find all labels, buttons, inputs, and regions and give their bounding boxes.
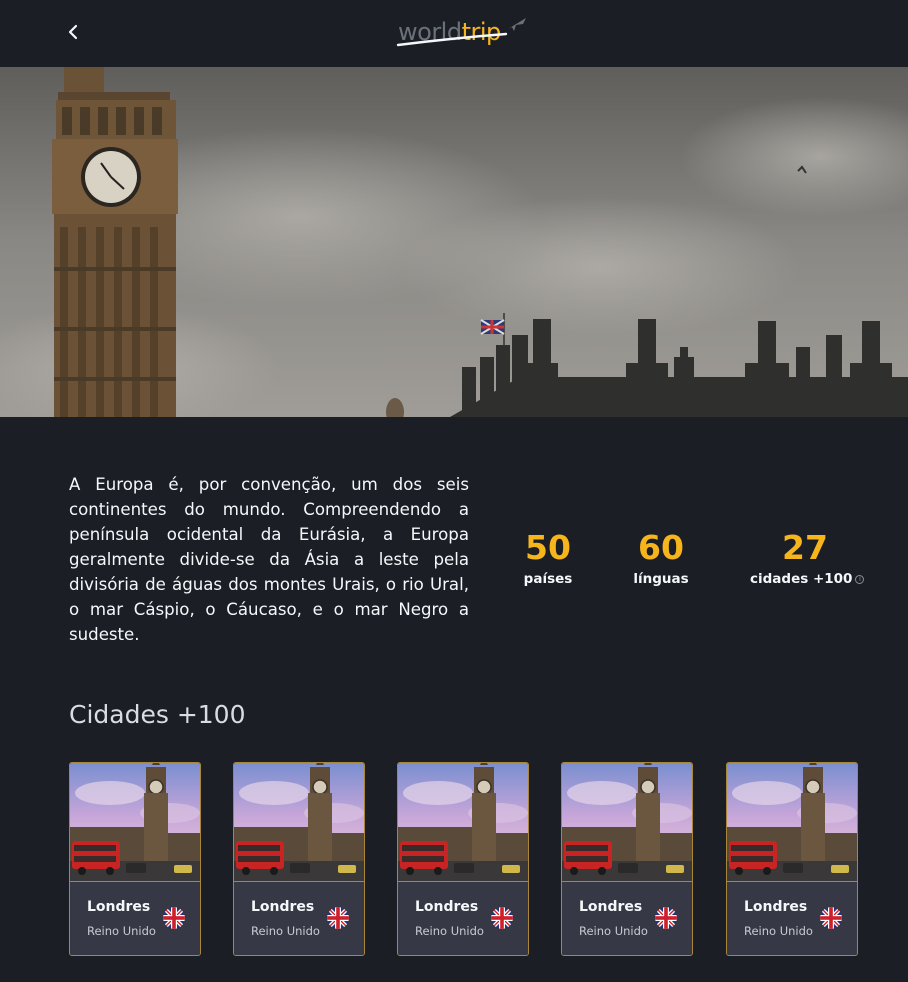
city-name: Londres bbox=[87, 899, 151, 915]
uk-flag-icon bbox=[327, 907, 349, 929]
country-name: Reino Unido bbox=[87, 924, 156, 938]
chevron-left-icon bbox=[68, 24, 78, 40]
stat-languages: 60 línguas bbox=[622, 528, 700, 590]
stat-label-wrap: cidades +100 i bbox=[750, 568, 865, 590]
hero-image bbox=[0, 67, 908, 417]
city-name: Londres bbox=[579, 899, 643, 915]
stat-value: 27 bbox=[782, 528, 828, 567]
stats: 50 países 60 línguas 27 cidades +100 i bbox=[510, 528, 870, 598]
city-photo bbox=[70, 763, 200, 881]
airplane-icon bbox=[508, 18, 526, 31]
stat-countries: 50 países bbox=[510, 528, 586, 590]
city-card[interactable]: Londres Reino Unido bbox=[69, 762, 201, 956]
info-icon[interactable]: i bbox=[855, 574, 865, 584]
stat-value: 60 bbox=[638, 528, 684, 567]
country-name: Reino Unido bbox=[415, 924, 484, 938]
country-name: Reino Unido bbox=[579, 924, 648, 938]
stat-label: países bbox=[523, 571, 573, 587]
country-name: Reino Unido bbox=[744, 924, 813, 938]
uk-flag-icon bbox=[655, 907, 677, 929]
city-photo bbox=[727, 763, 857, 881]
uk-flag-icon bbox=[163, 907, 185, 929]
city-name: Londres bbox=[744, 899, 808, 915]
city-card[interactable]: Londres Reino Unido bbox=[397, 762, 529, 956]
city-card[interactable]: Londres Reino Unido bbox=[561, 762, 693, 956]
logo[interactable]: worldtrip bbox=[394, 12, 534, 52]
city-card[interactable]: Londres Reino Unido bbox=[233, 762, 365, 956]
city-card[interactable]: Londres Reino Unido bbox=[726, 762, 858, 956]
header: worldtrip bbox=[0, 0, 908, 67]
city-name: Londres bbox=[251, 899, 315, 915]
card-body: Londres Reino Unido bbox=[562, 881, 692, 955]
card-body: Londres Reino Unido bbox=[398, 881, 528, 955]
city-name: Londres bbox=[415, 899, 479, 915]
city-photo bbox=[562, 763, 692, 881]
uk-flag-icon bbox=[820, 907, 842, 929]
card-body: Londres Reino Unido bbox=[727, 881, 857, 955]
big-ben-tower bbox=[52, 67, 178, 417]
stat-cities: 27 cidades +100 i bbox=[750, 528, 865, 590]
stat-label: línguas bbox=[633, 571, 689, 587]
card-body: Londres Reino Unido bbox=[234, 881, 364, 955]
country-name: Reino Unido bbox=[251, 924, 320, 938]
stat-value: 50 bbox=[525, 528, 571, 567]
uk-flag-icon bbox=[491, 907, 513, 929]
stat-label: cidades +100 bbox=[750, 571, 853, 587]
back-button[interactable] bbox=[60, 18, 86, 46]
city-photo bbox=[398, 763, 528, 881]
card-body: Londres Reino Unido bbox=[70, 881, 200, 955]
city-photo bbox=[234, 763, 364, 881]
cities-title: Cidades +100 bbox=[69, 700, 246, 729]
continent-description: A Europa é, por convenção, um dos seis c… bbox=[69, 475, 469, 644]
